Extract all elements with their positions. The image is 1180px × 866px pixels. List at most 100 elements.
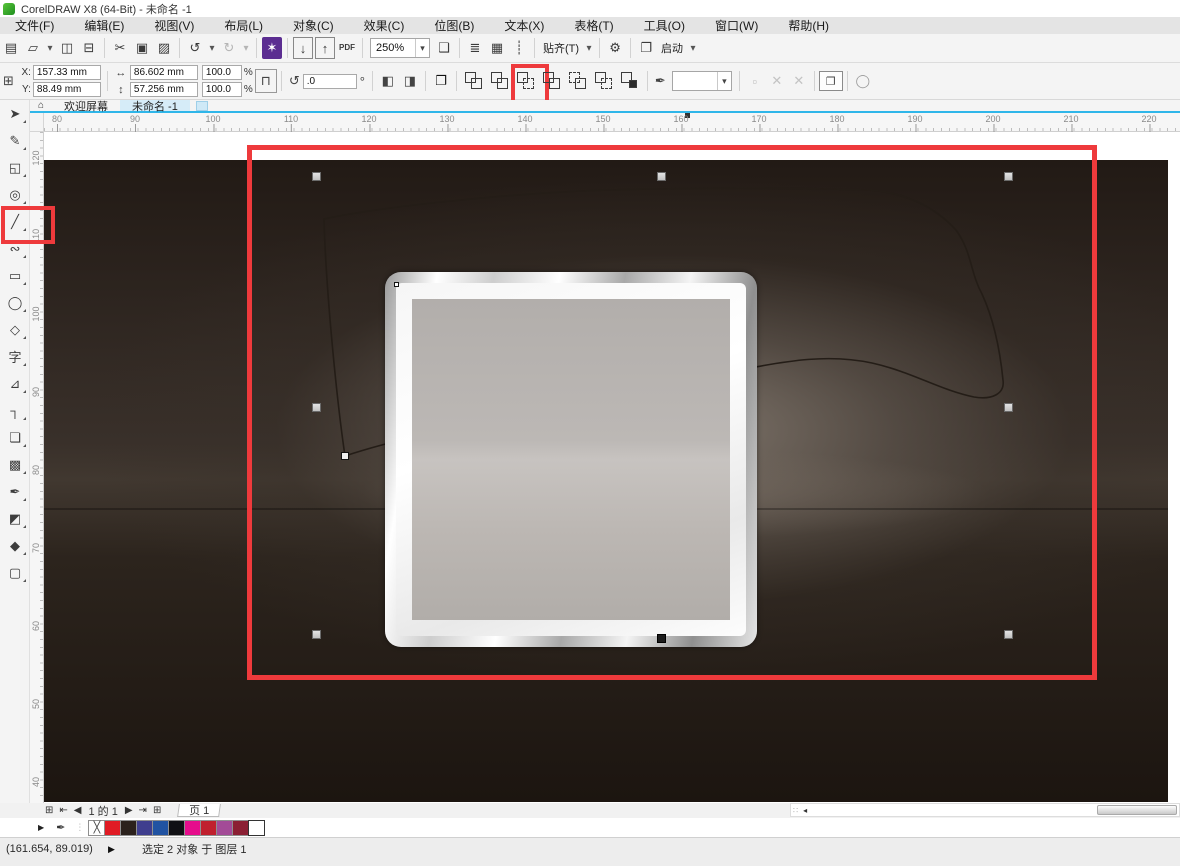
- scrollbar-thumb[interactable]: [1097, 805, 1177, 815]
- zoom-tool[interactable]: ◎: [0, 181, 30, 208]
- open-button[interactable]: ▱: [23, 37, 43, 59]
- transparency-tool[interactable]: ▩: [0, 451, 30, 478]
- redo-button[interactable]: ↻: [219, 37, 239, 59]
- open-dropdown[interactable]: ▾: [45, 37, 55, 59]
- palette-eyedropper-icon[interactable]: ✒: [50, 821, 71, 834]
- weld-button[interactable]: [462, 68, 486, 94]
- object-width-field[interactable]: 86.602 mm: [130, 65, 198, 80]
- object-height-field[interactable]: 57.256 mm: [130, 82, 198, 97]
- export-button[interactable]: ↑: [315, 37, 335, 59]
- intersect-button-highlighted[interactable]: [514, 68, 538, 94]
- palette-flyout-icon[interactable]: ▶: [0, 823, 50, 832]
- menu-item[interactable]: 帮助(H): [773, 17, 844, 34]
- snap-to-button[interactable]: 贴齐(T): [540, 37, 582, 59]
- menu-item[interactable]: 效果(C): [349, 17, 420, 34]
- previous-page-button[interactable]: ◀: [71, 803, 85, 818]
- save-button[interactable]: ◫: [57, 37, 77, 59]
- text-tool[interactable]: 字: [0, 343, 30, 370]
- interactive-fill-tool[interactable]: ◩: [0, 505, 30, 532]
- next-page-button[interactable]: ▶: [122, 803, 136, 818]
- last-page-button[interactable]: ⇥: [136, 803, 150, 818]
- ellipse-tool[interactable]: ◯: [0, 289, 30, 316]
- cut-button[interactable]: ✂: [110, 37, 130, 59]
- swatch-black-brown[interactable]: [120, 820, 137, 836]
- ruler-origin-corner[interactable]: [30, 113, 44, 132]
- new-document-button[interactable]: ▤: [1, 37, 21, 59]
- home-tab-button[interactable]: ⌂: [30, 100, 52, 111]
- color-eyedropper-tool[interactable]: ✒: [0, 478, 30, 505]
- snap-dropdown[interactable]: ▾: [584, 37, 594, 59]
- mirror-horizontal-button[interactable]: ◧: [377, 69, 399, 93]
- paste-button[interactable]: ▨: [154, 37, 174, 59]
- freehand-tool[interactable]: ╱: [0, 208, 30, 235]
- menu-item[interactable]: 视图(V): [139, 17, 209, 34]
- menu-item[interactable]: 位图(B): [419, 17, 489, 34]
- wrap-text-button[interactable]: ❐: [819, 71, 843, 91]
- rectangle-tool[interactable]: ▭: [0, 262, 30, 289]
- splitter-grip-icon[interactable]: ∷: [791, 806, 800, 815]
- options-button[interactable]: ⚙: [605, 37, 625, 59]
- undo-button[interactable]: ↺: [185, 37, 205, 59]
- crop-tool[interactable]: ◱: [0, 154, 30, 181]
- zoom-level-combo[interactable]: 250% ▾: [370, 38, 430, 58]
- swatch-maroon[interactable]: [232, 820, 249, 836]
- new-tab-button[interactable]: [196, 101, 208, 111]
- swatch-red[interactable]: [104, 820, 121, 836]
- undo-dropdown[interactable]: ▾: [207, 37, 217, 59]
- tab-welcome-screen[interactable]: 欢迎屏幕: [52, 100, 120, 111]
- menu-item[interactable]: 工具(O): [629, 17, 700, 34]
- show-grid-button[interactable]: ▦: [487, 37, 507, 59]
- launch-label[interactable]: 启动: [658, 37, 686, 59]
- menu-item[interactable]: 窗口(W): [700, 17, 773, 34]
- swatch-no-color[interactable]: ╳: [88, 820, 105, 836]
- scroll-left-icon[interactable]: ◂: [800, 806, 810, 815]
- shape-tool[interactable]: ✎: [0, 127, 30, 154]
- launch-button[interactable]: ❐: [636, 37, 656, 59]
- create-boundary-button[interactable]: [618, 68, 642, 94]
- lock-ratio-button[interactable]: ⊓: [255, 69, 277, 93]
- menu-item[interactable]: 文件(F): [0, 17, 69, 34]
- swatch-purple[interactable]: [216, 820, 233, 836]
- page-1-tab[interactable]: 页 1: [177, 804, 221, 817]
- back-minus-front-button[interactable]: [592, 68, 616, 94]
- mirror-vertical-button[interactable]: ◨: [399, 69, 421, 93]
- swatch-blue[interactable]: [152, 820, 169, 836]
- show-guidelines-button[interactable]: ┊: [509, 37, 529, 59]
- swatch-indigo[interactable]: [136, 820, 153, 836]
- object-x-field[interactable]: 157.33 mm: [33, 65, 101, 80]
- menu-item[interactable]: 表格(T): [559, 17, 628, 34]
- scale-x-field[interactable]: 100.0: [202, 65, 242, 80]
- publish-pdf-button[interactable]: PDF: [337, 37, 357, 59]
- menu-item[interactable]: 对象(C): [278, 17, 349, 34]
- show-rulers-button[interactable]: ≣: [465, 37, 485, 59]
- smart-fill-tool[interactable]: ◆: [0, 532, 30, 559]
- polygon-tool[interactable]: ◇: [0, 316, 30, 343]
- ungroup-button[interactable]: ✕: [766, 69, 788, 93]
- copy-button[interactable]: ▣: [132, 37, 152, 59]
- object-order-button[interactable]: ❐: [430, 69, 452, 93]
- simplify-button[interactable]: [540, 68, 564, 94]
- menu-item[interactable]: 布局(L): [209, 17, 278, 34]
- scale-y-field[interactable]: 100.0: [202, 82, 242, 97]
- drop-shadow-tool[interactable]: ❏: [0, 424, 30, 451]
- connector-tool[interactable]: ┐: [0, 397, 30, 424]
- swatch-crimson[interactable]: [200, 820, 217, 836]
- add-page-before-button[interactable]: ⊞: [42, 803, 56, 818]
- redo-dropdown[interactable]: ▾: [241, 37, 251, 59]
- outline-width-combo[interactable]: ▾: [672, 71, 732, 91]
- object-y-field[interactable]: 88.49 mm: [33, 82, 101, 97]
- drawing-canvas[interactable]: [44, 132, 1180, 803]
- horizontal-ruler[interactable]: 8090100110120130140150160170180190200210…: [44, 113, 1180, 132]
- align-distribute-button[interactable]: ▫: [744, 69, 766, 93]
- swatch-white[interactable]: [248, 820, 265, 836]
- pick-tool[interactable]: ➤: [0, 100, 30, 127]
- close-curve-button[interactable]: ◯: [852, 69, 874, 93]
- add-page-after-button[interactable]: ⊞: [150, 803, 164, 818]
- launch-dropdown[interactable]: ▾: [688, 37, 698, 59]
- menu-item[interactable]: 编辑(E): [69, 17, 139, 34]
- front-minus-back-button[interactable]: [566, 68, 590, 94]
- ungroup-all-button[interactable]: ✕: [788, 69, 810, 93]
- dimension-tool[interactable]: ⊿: [0, 370, 30, 397]
- contour-tool[interactable]: ▢: [0, 559, 30, 586]
- search-content-button[interactable]: ✶: [262, 37, 282, 59]
